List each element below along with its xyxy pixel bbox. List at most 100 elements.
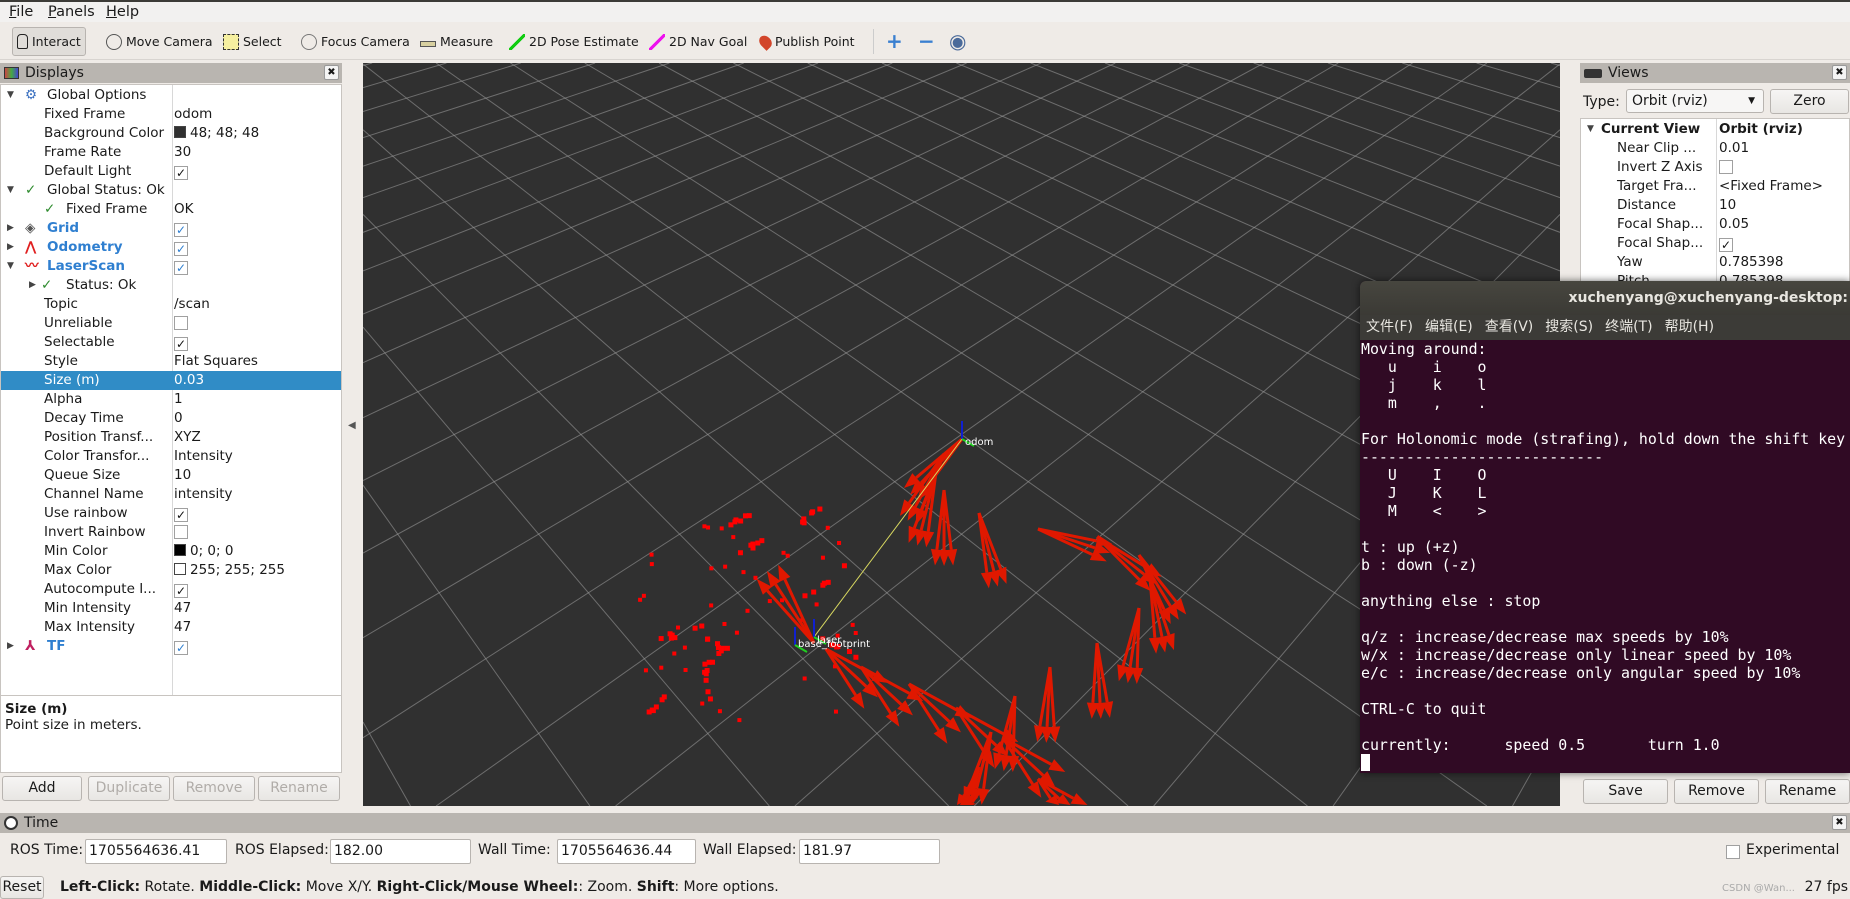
tree-row[interactable]: Unreliable — [1, 314, 341, 333]
property-value[interactable]: 30 — [174, 143, 191, 162]
terminal-menu-item[interactable]: 编辑(E) — [1425, 319, 1473, 335]
tool-2d-nav-goal[interactable]: 2D Nav Goal — [645, 27, 751, 56]
tree-row[interactable]: Decay Time 0 — [1, 409, 341, 428]
expand-down-icon[interactable]: ▼ — [7, 86, 14, 105]
tree-row[interactable]: Min Color 0; 0; 0 — [1, 542, 341, 561]
property-value[interactable]: ✓ — [1719, 234, 1733, 253]
terminal-menu-item[interactable]: 搜索(S) — [1545, 319, 1593, 335]
property-value[interactable]: 0.785398 — [1719, 253, 1783, 272]
tree-row[interactable]: ▼ Current View Orbit (rviz) — [1581, 120, 1850, 139]
tree-row[interactable]: Autocompute I... ✓ — [1, 580, 341, 599]
checkbox[interactable]: ✓ — [174, 242, 188, 256]
property-value[interactable]: 10 — [1719, 196, 1736, 215]
checkbox[interactable] — [174, 525, 188, 539]
property-value[interactable]: 47 — [174, 599, 191, 618]
property-value[interactable]: Intensity — [174, 447, 233, 466]
rename-view-button[interactable]: Rename — [1765, 779, 1850, 804]
minus-icon[interactable]: − — [918, 29, 935, 53]
tree-row[interactable]: Min Intensity 47 — [1, 599, 341, 618]
plus-icon[interactable]: + — [886, 29, 903, 53]
expand-right-icon[interactable]: ▶ — [7, 637, 14, 656]
color-swatch[interactable] — [174, 544, 186, 556]
remove-view-button[interactable]: Remove — [1674, 779, 1759, 804]
property-value[interactable] — [1719, 158, 1733, 178]
tree-row[interactable]: Selectable ✓ — [1, 333, 341, 352]
tool-publish-point[interactable]: Publish Point — [756, 27, 859, 56]
terminal-titlebar[interactable]: xuchenyang@xuchenyang-desktop: — [1360, 281, 1850, 315]
terminal-menu-item[interactable]: 终端(T) — [1605, 319, 1652, 335]
property-value[interactable]: 0.05 — [1719, 215, 1749, 234]
property-value[interactable]: 10 — [174, 466, 191, 485]
terminal-menu-item[interactable]: 查看(V) — [1485, 319, 1534, 335]
property-value[interactable]: ✓ — [174, 219, 188, 238]
tree-row[interactable]: Background Color 48; 48; 48 — [1, 124, 341, 143]
property-value[interactable]: ✓ — [174, 238, 188, 257]
tree-row[interactable]: Yaw 0.785398 — [1581, 253, 1850, 272]
checkbox[interactable] — [174, 316, 188, 330]
expand-down-icon[interactable]: ▼ — [7, 257, 14, 276]
menu-panels[interactable]: Panels — [48, 4, 95, 20]
view-type-select[interactable]: Orbit (rviz) ▼ — [1626, 89, 1764, 113]
tree-row[interactable]: Size (m) 0.03 — [1, 371, 341, 390]
tree-row[interactable]: Position Transf... XYZ — [1, 428, 341, 447]
close-icon[interactable]: ✖ — [324, 65, 339, 80]
property-value[interactable] — [174, 523, 188, 543]
property-value[interactable]: 0 — [174, 409, 183, 428]
expand-right-icon[interactable]: ▶ — [7, 238, 14, 257]
close-icon[interactable]: ✖ — [1832, 815, 1847, 830]
property-value[interactable]: ✓ — [174, 637, 188, 656]
terminal-menu-item[interactable]: 帮助(H) — [1665, 319, 1714, 335]
property-value[interactable]: OK — [174, 200, 193, 219]
expand-down-icon[interactable]: ▼ — [7, 181, 14, 200]
tree-row[interactable]: Fixed Frame odom — [1, 105, 341, 124]
tree-row[interactable]: ▶ ⅄ TF ✓ — [1, 637, 341, 656]
property-value[interactable]: 0; 0; 0 — [174, 542, 233, 561]
menu-file[interactable]: File — [9, 4, 33, 20]
tree-row[interactable]: Channel Name intensity — [1, 485, 341, 504]
terminal-window[interactable]: xuchenyang@xuchenyang-desktop: 文件(F) 编辑(E… — [1360, 281, 1850, 773]
tree-row[interactable]: Color Transfor... Intensity — [1, 447, 341, 466]
experimental-checkbox[interactable] — [1726, 845, 1740, 859]
reset-button[interactable]: Reset — [0, 876, 44, 899]
tree-row[interactable]: Focal Shap... ✓ — [1581, 234, 1850, 253]
property-value[interactable]: ✓ — [174, 162, 188, 181]
eye-icon[interactable]: ◉ — [949, 29, 966, 53]
tool-interact[interactable]: Interact — [12, 27, 86, 56]
remove-display-button[interactable]: Remove — [173, 776, 255, 801]
wall-elapsed-field[interactable]: 181.97 — [799, 839, 940, 864]
tool-2d-pose-estimate[interactable]: 2D Pose Estimate — [505, 27, 643, 56]
tree-row[interactable]: Alpha 1 — [1, 390, 341, 409]
tree-row[interactable]: Frame Rate 30 — [1, 143, 341, 162]
property-value[interactable]: ✓ — [174, 257, 188, 276]
menu-help[interactable]: Help — [106, 4, 139, 20]
ros-elapsed-field[interactable]: 182.00 — [330, 839, 471, 864]
tree-row[interactable]: ▶ ✓ Status: Ok — [1, 276, 341, 295]
property-value[interactable]: 0.01 — [1719, 139, 1749, 158]
property-value[interactable]: 48; 48; 48 — [174, 124, 259, 143]
property-value[interactable]: 255; 255; 255 — [174, 561, 285, 580]
expand-down-icon[interactable]: ▼ — [1587, 120, 1594, 139]
color-swatch[interactable] — [174, 126, 186, 138]
property-value[interactable]: ✓ — [174, 504, 188, 523]
property-value[interactable]: 47 — [174, 618, 191, 637]
tree-row[interactable]: ▼ ⚙ Global Options — [1, 86, 341, 105]
zero-button[interactable]: Zero — [1770, 89, 1849, 114]
tree-row[interactable]: ▶ ⋀ Odometry ✓ — [1, 238, 341, 257]
tree-row[interactable]: Near Clip ... 0.01 — [1581, 139, 1850, 158]
ros-time-field[interactable]: 1705564636.41 — [85, 839, 227, 864]
property-value[interactable]: odom — [174, 105, 212, 124]
tree-row[interactable]: Max Intensity 47 — [1, 618, 341, 637]
terminal-menu-item[interactable]: 文件(F) — [1366, 319, 1413, 335]
property-value[interactable]: ✓ — [174, 333, 188, 352]
tree-row[interactable]: Target Fra... <Fixed Frame> — [1581, 177, 1850, 196]
tool-focus-camera[interactable]: Focus Camera — [297, 27, 414, 56]
tool-move-camera[interactable]: Move Camera — [102, 27, 217, 56]
tree-row[interactable]: Focal Shap... 0.05 — [1581, 215, 1850, 234]
wall-time-field[interactable]: 1705564636.44 — [557, 839, 696, 864]
splitter-handle[interactable]: ◀ — [348, 420, 356, 431]
add-display-button[interactable]: Add — [2, 776, 82, 801]
tree-row[interactable]: ▼ 〰 LaserScan ✓ — [1, 257, 341, 276]
checkbox[interactable]: ✓ — [174, 337, 188, 351]
tree-row[interactable]: Distance 10 — [1581, 196, 1850, 215]
property-value[interactable]: XYZ — [174, 428, 201, 447]
